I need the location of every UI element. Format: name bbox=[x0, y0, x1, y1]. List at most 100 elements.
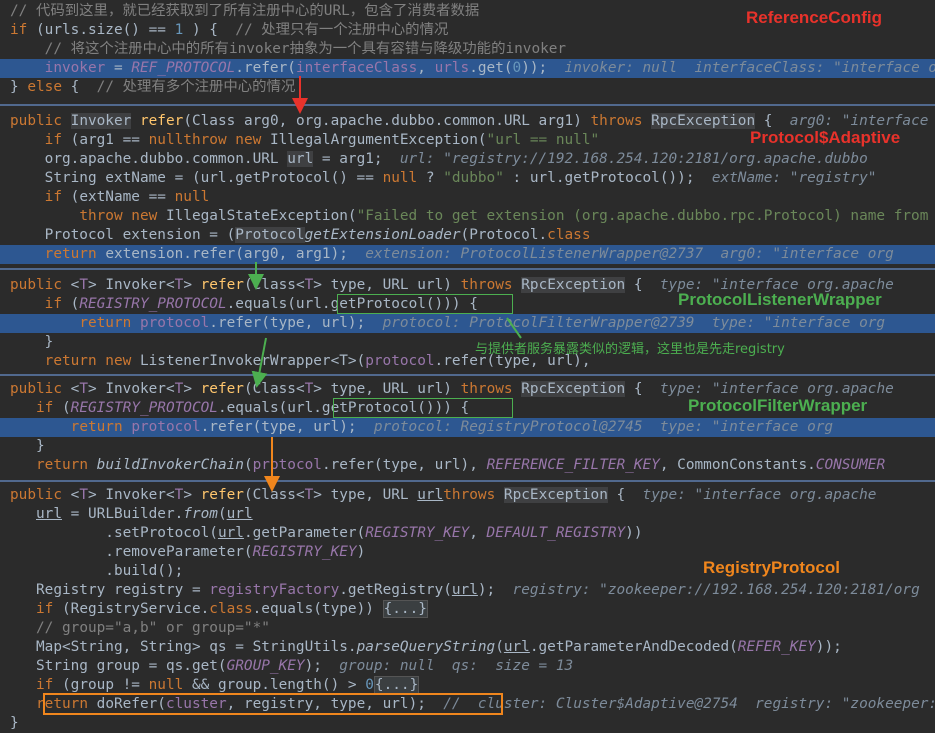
code-token: (group != bbox=[62, 677, 149, 693]
code-line: return buildInvokerChain(protocol.refer(… bbox=[0, 456, 935, 475]
code-token: class bbox=[547, 227, 591, 243]
code-token: extension: ProtocolListenerWrapper@2737 … bbox=[365, 246, 894, 262]
code-line: Protocol extension = (ProtocolgetExtensi… bbox=[0, 226, 935, 245]
code-token: , registry, type, url); bbox=[226, 696, 444, 712]
code-token: throw new bbox=[79, 208, 166, 224]
code-token: .equals(url.getProtocol())) { bbox=[217, 400, 470, 416]
code-token: T bbox=[304, 487, 314, 503]
code-token: .getParameterAndDecoded( bbox=[529, 639, 738, 655]
code-token: { bbox=[625, 381, 660, 397]
code-token: String extName = (url.getProtocol() == bbox=[10, 170, 383, 186]
code-token: , CommonConstants. bbox=[659, 457, 816, 473]
code-token: "Failed to get extension (org.apache.dub… bbox=[356, 208, 935, 224]
code-line: url = URLBuilder.from(url bbox=[0, 505, 935, 524]
code-token: && group.length() > bbox=[191, 677, 366, 693]
code-token: = arg1; bbox=[313, 151, 400, 167]
code-token: if bbox=[36, 677, 62, 693]
code-token: ) bbox=[356, 544, 366, 560]
panel-divider bbox=[0, 268, 935, 270]
code-token: return bbox=[44, 246, 106, 262]
code-token: .getRegistry( bbox=[339, 582, 452, 598]
code-token: Protocol extension = ( bbox=[10, 227, 236, 243]
code-token: T bbox=[174, 381, 184, 397]
code-token: if bbox=[44, 189, 71, 205]
code-token: refer bbox=[200, 277, 244, 293]
code-token: RpcException bbox=[521, 277, 626, 293]
code-token: url bbox=[451, 582, 478, 598]
code-token: CONSUMER bbox=[815, 457, 886, 473]
code-token: else bbox=[27, 79, 71, 95]
code-token: ( bbox=[495, 639, 504, 655]
code-line: if (RegistryService.class.equals(type)) … bbox=[0, 600, 935, 619]
code-token: invoker: null interfaceClass: "interface… bbox=[564, 60, 935, 76]
code-token: extension.refer(arg0, arg1); bbox=[105, 246, 366, 262]
code-token: > bbox=[183, 277, 201, 293]
code-line: // group="a,b" or group="*" bbox=[0, 619, 935, 638]
code-token: return bbox=[36, 696, 97, 712]
code-token: > type, URL url) bbox=[313, 277, 461, 293]
code-token: if bbox=[44, 296, 71, 312]
label-registry-protocol: RegistryProtocol bbox=[703, 558, 840, 577]
code-token: .setProtocol( bbox=[10, 525, 218, 541]
label-protocol-filter-wrapper: ProtocolFilterWrapper bbox=[688, 396, 868, 415]
code-token: REF_PROTOCOL bbox=[131, 60, 236, 76]
code-token: > Invoker< bbox=[88, 277, 175, 293]
code-token: ); bbox=[304, 658, 340, 674]
code-token: Invoker bbox=[70, 113, 132, 129]
code-token: throws bbox=[460, 381, 522, 397]
code-token: arg0: "interface bbox=[789, 113, 929, 129]
code-token: REGISTRY_KEY bbox=[365, 525, 470, 541]
code-token: DEFAULT_REGISTRY bbox=[486, 525, 626, 541]
code-token: } bbox=[10, 79, 28, 95]
code-line: } bbox=[0, 333, 935, 352]
code-token: (arg1 == bbox=[70, 132, 149, 148]
code-token: throws bbox=[443, 487, 504, 503]
code-token: REGISTRY_KEY bbox=[252, 544, 357, 560]
code-token: null bbox=[148, 677, 192, 693]
code-token: if bbox=[10, 22, 36, 38]
code-token: url bbox=[417, 487, 444, 503]
code-token: invoker bbox=[44, 60, 106, 76]
code-token: .refer( bbox=[235, 60, 296, 76]
code-token: url bbox=[503, 639, 530, 655]
code-token: { bbox=[70, 79, 97, 95]
code-token: {...} bbox=[373, 676, 420, 694]
code-line: if (extName == null bbox=[0, 188, 935, 207]
code-token: public bbox=[10, 113, 71, 129]
code-token: registry: "zookeeper://192.168.254.120:2… bbox=[512, 582, 920, 598]
code-token: GROUP_KEY bbox=[226, 658, 305, 674]
code-token: (Class< bbox=[243, 381, 305, 397]
code-token: type: "interface org.apache bbox=[659, 381, 894, 397]
code-token: refer bbox=[139, 113, 184, 129]
code-line: // 将这个注册中心中的所有invoker抽象为一个具有容错与降级功能的invo… bbox=[0, 40, 935, 59]
code-token: buildInvokerChain bbox=[96, 457, 244, 473]
code-token: type: "interface org.apache bbox=[642, 487, 877, 503]
code-token: refer bbox=[200, 381, 244, 397]
code-token: protocol: ProtocolFilterWrapper@2739 typ… bbox=[382, 315, 886, 331]
code-token: .get( bbox=[469, 60, 513, 76]
code-token: throws bbox=[460, 277, 522, 293]
code-token: return bbox=[36, 457, 97, 473]
code-token: "dubbo" bbox=[443, 170, 504, 186]
code-token: T bbox=[79, 487, 88, 503]
code-line: if (group != null && group.length() > 0{… bbox=[0, 676, 935, 695]
code-token: REFERENCE_FILTER_KEY bbox=[486, 457, 660, 473]
highlighted-code-line: return protocol.refer(type, url); protoc… bbox=[0, 418, 935, 437]
code-token: (Protocol. bbox=[460, 227, 548, 243]
code-token: from bbox=[183, 506, 218, 522]
code-token: IllegalStateException( bbox=[165, 208, 357, 224]
code-token: > Invoker< bbox=[88, 487, 175, 503]
code-token: > Invoker< bbox=[88, 381, 175, 397]
code-token: null bbox=[148, 132, 184, 148]
code-line: String extName = (url.getProtocol() == n… bbox=[0, 169, 935, 188]
code-token: .build(); bbox=[10, 563, 184, 579]
code-token: ? bbox=[425, 170, 444, 186]
